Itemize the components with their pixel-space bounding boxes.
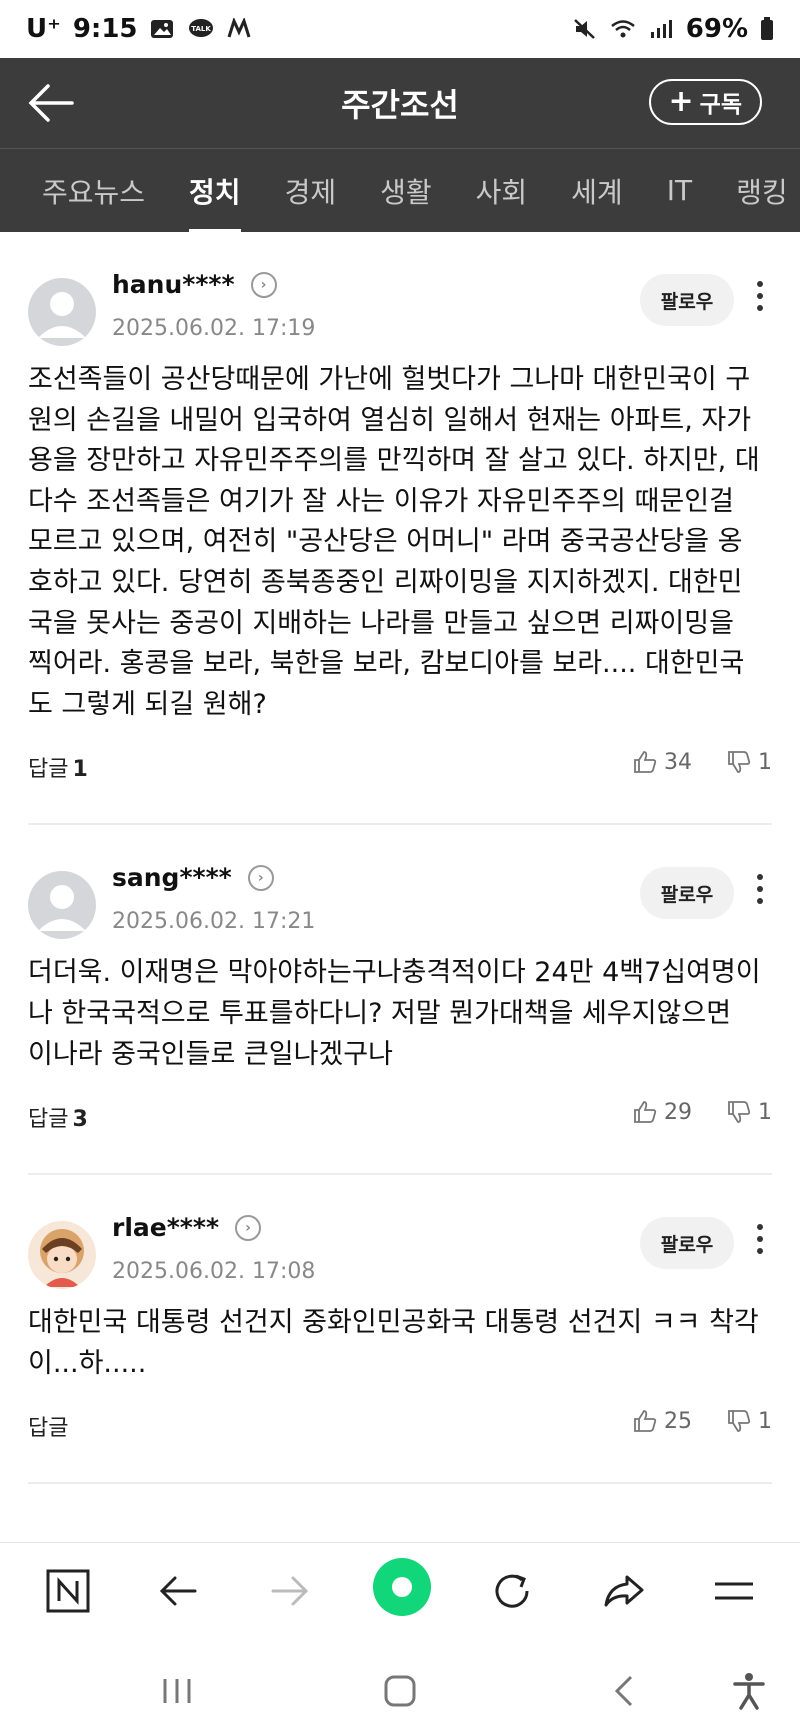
plus-icon: +	[668, 84, 694, 119]
like-count: 34	[664, 749, 692, 775]
battery-percent: 69%	[685, 14, 748, 44]
comment-body: 조선족들이 공산당때문에 가난에 헐벗다가 그나마 대한민국이 구원의 손길을 …	[28, 364, 760, 720]
more-options-icon[interactable]	[752, 871, 768, 911]
system-nav-bar	[0, 1646, 800, 1734]
comment-date: 2025.06.02. 17:19	[112, 316, 316, 341]
thumbs-down-icon	[728, 1101, 751, 1124]
reply-button[interactable]: 답글 1	[28, 751, 88, 783]
clock: 9:15	[72, 14, 138, 44]
tab-world[interactable]: 세계	[549, 149, 645, 232]
wifi-icon	[610, 20, 635, 38]
like-button[interactable]: 29	[632, 1099, 692, 1125]
refresh-icon[interactable]	[484, 1563, 540, 1619]
reaction-group: 25 1	[632, 1408, 772, 1434]
comment-body: 더더욱. 이재명은 막아야하는구나충격적이다 24만 4백7십여명이나 한국국적…	[28, 957, 761, 1070]
chevron-right-icon[interactable]: ›	[247, 864, 274, 891]
tab-politics[interactable]: 정치	[167, 149, 263, 232]
username[interactable]: sang**** ›	[112, 863, 274, 892]
like-button[interactable]: 34	[632, 749, 692, 775]
mute-icon	[573, 19, 595, 39]
signal-icon	[650, 20, 672, 38]
more-options-icon[interactable]	[752, 1221, 768, 1261]
comment-item: rlae**** › 2025.06.02. 17:08 팔로우 대한민국 대통…	[0, 1175, 800, 1485]
reply-count: 1	[72, 757, 88, 783]
reply-button[interactable]: 답글 3	[28, 1101, 88, 1133]
dislike-button[interactable]: 1	[726, 749, 772, 775]
tab-it[interactable]: IT	[645, 149, 714, 232]
comment-list: hanu**** › 2025.06.02. 17:19 팔로우 조선족들이 공…	[0, 232, 800, 1542]
chevron-right-icon[interactable]: ›	[235, 1214, 262, 1241]
tab-life[interactable]: 생활	[358, 149, 454, 232]
thumbs-down-icon	[728, 1410, 751, 1433]
thumbs-up-icon	[634, 1410, 657, 1433]
m-app-icon	[227, 18, 250, 38]
status-bar: U⁺ 9:15 TALK 69%	[0, 0, 800, 58]
reply-label: 답글	[28, 1416, 69, 1442]
subscribe-button[interactable]: + 구독	[648, 79, 762, 125]
green-dot-icon[interactable]	[372, 1557, 432, 1617]
reply-count: 3	[72, 1107, 88, 1133]
browser-toolbar	[0, 1542, 800, 1646]
comment-date: 2025.06.02. 17:21	[112, 909, 316, 935]
username[interactable]: hanu**** ›	[112, 270, 277, 299]
reply-label: 답글	[28, 757, 69, 783]
accessibility-icon[interactable]	[724, 1666, 774, 1716]
share-icon[interactable]	[596, 1563, 652, 1619]
forward-icon[interactable]	[262, 1563, 318, 1619]
avatar[interactable]	[28, 1221, 96, 1290]
avatar[interactable]	[28, 278, 96, 346]
tab-society[interactable]: 사회	[454, 149, 550, 232]
battery-icon	[761, 17, 773, 40]
thumbs-down-icon	[728, 751, 751, 774]
naver-home-icon[interactable]	[40, 1563, 96, 1619]
subscribe-label: 구독	[699, 92, 742, 118]
recent-apps-icon[interactable]	[152, 1666, 202, 1716]
comment-item: hanu**** › 2025.06.02. 17:19 팔로우 조선족들이 공…	[0, 232, 800, 826]
reaction-group: 29 1	[632, 1099, 772, 1125]
dislike-count: 1	[758, 749, 772, 775]
comment-item: sang**** › 2025.06.02. 17:21 팔로우 더더욱. 이재…	[0, 825, 800, 1176]
like-count: 29	[664, 1099, 692, 1125]
carrier-label: U⁺	[26, 14, 61, 44]
dislike-count: 1	[758, 1408, 772, 1434]
thumbs-up-icon	[634, 751, 657, 774]
app-header: 주간조선 + 구독	[0, 58, 800, 148]
back-icon[interactable]	[150, 1563, 206, 1619]
reaction-group: 34 1	[632, 749, 772, 775]
follow-button[interactable]: 팔로우	[640, 274, 734, 326]
thumbs-up-icon	[634, 1101, 657, 1124]
username-text: rlae****	[112, 1213, 220, 1243]
reply-label: 답글	[28, 1107, 69, 1133]
dislike-count: 1	[758, 1099, 772, 1125]
username-text: hanu****	[112, 270, 235, 299]
tab-economy[interactable]: 경제	[263, 149, 359, 232]
follow-button[interactable]: 팔로우	[640, 1217, 734, 1270]
divider	[28, 1482, 772, 1485]
home-icon[interactable]	[375, 1666, 425, 1716]
dislike-button[interactable]: 1	[726, 1099, 772, 1125]
category-tabs: 주요뉴스 정치 경제 생활 사회 세계 IT 랭킹	[0, 148, 800, 232]
page-title: 주간조선	[341, 86, 459, 124]
back-arrow-icon[interactable]	[26, 80, 76, 126]
avatar[interactable]	[28, 871, 96, 940]
tab-main-news[interactable]: 주요뉴스	[0, 149, 167, 232]
tab-ranking[interactable]: 랭킹	[714, 149, 800, 232]
username[interactable]: rlae**** ›	[112, 1213, 262, 1243]
reply-button[interactable]: 답글	[28, 1410, 68, 1442]
gallery-icon	[150, 20, 173, 38]
like-count: 25	[664, 1408, 692, 1434]
comment-date: 2025.06.02. 17:08	[112, 1259, 316, 1285]
follow-button[interactable]: 팔로우	[640, 867, 734, 920]
svg-text:TALK: TALK	[191, 25, 211, 33]
comment-body: 대한민국 대통령 선건지 중화인민공화국 대통령 선건지 ㅋㅋ 착각이...하.…	[28, 1307, 759, 1379]
menu-icon[interactable]	[706, 1563, 762, 1619]
username-text: sang****	[112, 863, 232, 893]
dislike-button[interactable]: 1	[726, 1408, 772, 1434]
talk-icon: TALK	[188, 19, 213, 37]
system-back-icon[interactable]	[600, 1666, 650, 1716]
more-options-icon[interactable]	[752, 278, 768, 318]
like-button[interactable]: 25	[632, 1408, 692, 1434]
chevron-right-icon[interactable]: ›	[250, 271, 277, 298]
